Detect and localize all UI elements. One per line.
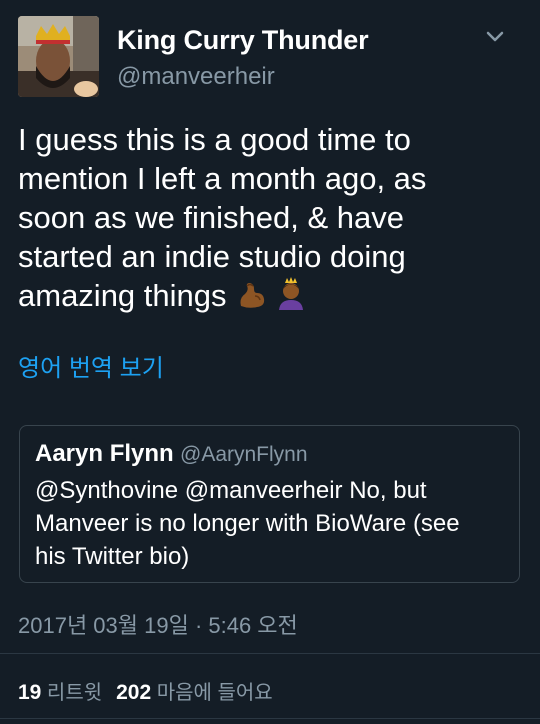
quoted-tweet-line: Manveer is no longer with BioWare (see	[35, 510, 460, 537]
quoted-tweet-line: his Twitter bio)	[35, 543, 190, 570]
tweet-text: I guess this is a good time to mention I…	[18, 120, 523, 319]
tweet-line: started an indie studio doing	[18, 239, 406, 274]
chevron-down-icon[interactable]	[484, 30, 506, 44]
divider	[0, 653, 540, 654]
avatar-image	[18, 16, 99, 97]
author-display-name[interactable]: King Curry Thunder	[117, 25, 369, 56]
likes-stat[interactable]: 202 마음에 들어요	[116, 681, 273, 704]
quoted-tweet-card[interactable]: Aaryn Flynn @AarynFlynn @Synthovine @man…	[19, 425, 520, 583]
tweet-line: soon as we finished, & have	[18, 200, 405, 235]
tweet-line: amazing things	[18, 278, 227, 313]
quoted-tweet-text: @Synthovine @manveerheir No, but Manveer…	[35, 474, 505, 573]
tweet-line: I guess this is a good time to	[18, 122, 411, 157]
quoted-author-handle: @AarynFlynn	[180, 443, 308, 466]
retweets-stat[interactable]: 19 리트윗	[18, 681, 103, 704]
flexed-biceps-emoji	[235, 280, 267, 319]
divider	[0, 718, 540, 719]
translate-tweet-link[interactable]: 영어 번역 보기	[18, 348, 164, 383]
tweet-stats: 19 리트윗 202 마음에 들어요	[18, 676, 273, 705]
tweet-timestamp[interactable]: 2017년 03월 19일 · 5:46 오전	[18, 608, 298, 640]
avatar[interactable]	[18, 16, 99, 97]
likes-count: 202	[116, 681, 152, 704]
likes-label: 마음에 들어요	[156, 682, 273, 704]
tweet-line: mention I left a month ago, as	[18, 161, 427, 196]
person-with-crown-emoji	[276, 276, 306, 319]
quoted-author-name: Aaryn Flynn	[35, 440, 174, 467]
quoted-tweet-line: @Synthovine @manveerheir No, but	[35, 477, 427, 504]
tweet-line-with-emoji: amazing things	[18, 276, 523, 319]
retweets-label: 리트윗	[46, 682, 103, 704]
author-handle[interactable]: @manveerheir	[117, 63, 275, 91]
retweets-count: 19	[18, 681, 42, 704]
